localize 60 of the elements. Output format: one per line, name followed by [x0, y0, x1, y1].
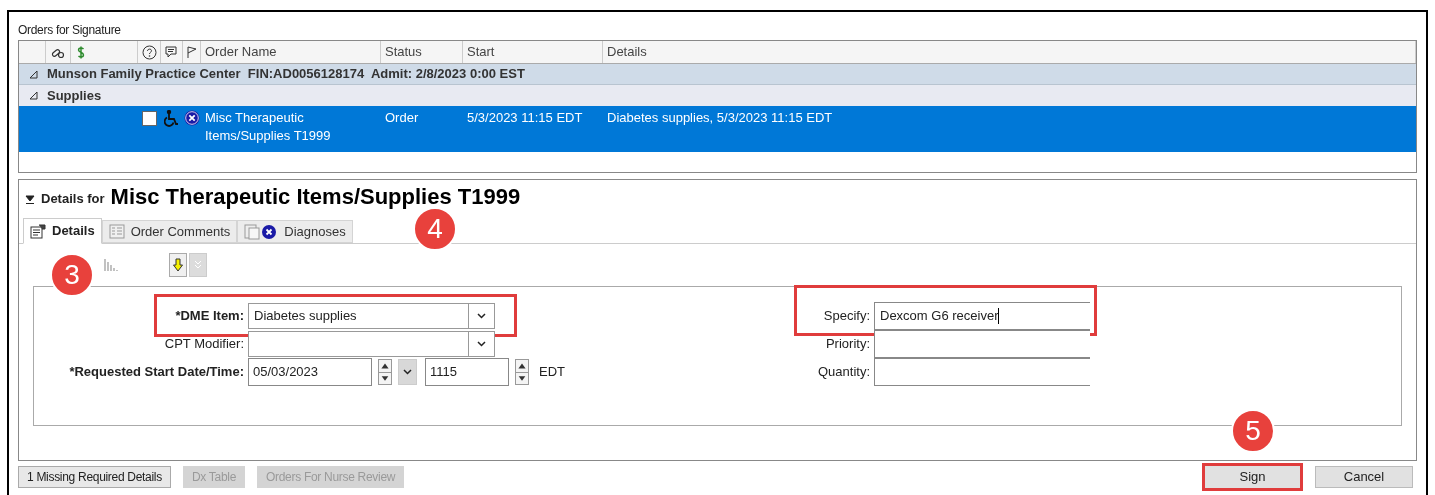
tab[interactable]: Order Comments	[101, 220, 238, 243]
chevron-down-icon	[477, 313, 486, 319]
help-icon	[141, 44, 157, 60]
field-label: Quantity:	[817, 363, 870, 382]
chevron-down-icon	[403, 369, 412, 375]
comment-icon	[164, 45, 179, 59]
notes-icon	[108, 224, 125, 239]
text-field[interactable]	[874, 358, 1090, 386]
expand-toggle[interactable]	[29, 69, 38, 79]
order-row[interactable]: Misc Therapeutic Items/Supplies T1999 Order 5/3/2023 11:15 EDT Diabetes supplies, 5/3/2023 11:15 EDT	[19, 106, 1416, 152]
details-title: Misc Therapeutic Items/Supplies T1999	[110, 184, 521, 210]
time-field[interactable]: 1115	[425, 358, 509, 386]
column-header[interactable]: Status	[385, 42, 422, 62]
field-label: *Requested Start Date/Time:	[69, 363, 244, 382]
time-spinner[interactable]	[515, 359, 529, 385]
field-label: CPT Modifier:	[164, 335, 244, 354]
date-spinner[interactable]	[378, 359, 392, 385]
action-button[interactable]: Sign	[1202, 463, 1303, 491]
order-details: Diabetes supplies, 5/3/2023 11:15 EDT	[607, 110, 833, 125]
calendar-dropdown[interactable]	[398, 359, 417, 385]
collapse-toggle[interactable]	[25, 195, 35, 205]
dropdown-field[interactable]	[248, 331, 495, 357]
footer-button[interactable]: 1 Missing Required Details	[18, 466, 171, 488]
close-circle-icon	[184, 110, 200, 126]
down-arrow-icon	[173, 258, 183, 272]
group-label: Munson Family Practice Center FIN:AD0056128174 Admit: 2/8/2023 0:00 EST	[47, 65, 525, 84]
action-button[interactable]: Cancel	[1315, 466, 1413, 488]
text-field[interactable]: Dexcom G6 receiver	[874, 302, 1090, 330]
details-prefix: Details for	[41, 189, 105, 208]
date-field[interactable]: 05/03/2023	[248, 358, 372, 386]
expand-toggle[interactable]	[29, 91, 38, 100]
time-zone: EDT	[539, 363, 565, 382]
double-chevron-icon	[194, 260, 202, 270]
field-label: Priority:	[825, 335, 870, 354]
callout-badge: 3	[50, 253, 94, 297]
panel-title: Orders for Signature	[18, 22, 122, 38]
wheelchair-icon	[164, 110, 180, 127]
field-label: *DME Item:	[175, 307, 244, 326]
column-header[interactable]: Start	[467, 42, 495, 62]
text-field[interactable]	[874, 330, 1090, 358]
bar-chart-icon	[103, 258, 119, 272]
order-name: Misc Therapeutic Items/Supplies T1999	[205, 109, 332, 145]
chevron-down-icon	[477, 341, 486, 347]
field-label: Specify:	[823, 307, 870, 326]
diagnoses-icon	[244, 223, 279, 240]
next-button[interactable]	[169, 253, 187, 277]
column-header[interactable]: Details	[607, 42, 647, 62]
flag-icon	[186, 45, 197, 59]
group-label: Supplies	[47, 86, 102, 105]
callout-badge: 4	[413, 207, 457, 251]
order-start: 5/3/2023 11:15 EDT	[467, 110, 583, 125]
tab[interactable]: Diagnoses	[237, 220, 353, 243]
column-header[interactable]: Order Name	[205, 42, 277, 62]
dollar-icon	[77, 45, 85, 59]
callout-badge: 5	[1231, 409, 1275, 453]
tab[interactable]: Details	[23, 218, 102, 244]
checkbox[interactable]	[142, 111, 157, 126]
form-icon	[30, 223, 46, 239]
order-status: Order	[385, 110, 419, 125]
dropdown-field[interactable]: Diabetes supplies	[248, 303, 495, 329]
